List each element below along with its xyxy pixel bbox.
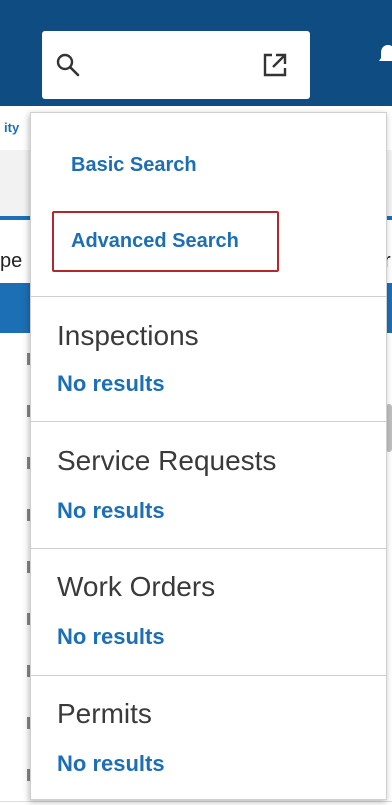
advanced-search-label: Advanced Search <box>71 230 239 252</box>
divider <box>31 421 386 422</box>
section-title-inspections: Inspections <box>57 320 199 351</box>
basic-search-link[interactable]: Basic Search <box>71 154 197 177</box>
section-result-inspections[interactable]: No results <box>57 371 165 397</box>
section-title-service-requests: Service Requests <box>57 445 277 476</box>
divider <box>31 296 386 297</box>
section-result-work-orders[interactable]: No results <box>57 624 165 650</box>
app-header <box>0 0 392 106</box>
advanced-search-link[interactable]: Advanced Search <box>52 211 279 272</box>
section-title-work-orders: Work Orders <box>57 571 216 602</box>
section-result-permits[interactable]: No results <box>57 751 165 777</box>
search-box[interactable] <box>42 31 310 99</box>
partial-tab-label: ity <box>4 120 20 135</box>
bell-icon[interactable] <box>378 43 392 72</box>
external-link-icon[interactable] <box>262 52 288 83</box>
search-dropdown: Basic Search Advanced Search Inspections… <box>30 112 387 800</box>
section-title-permits: Permits <box>57 698 152 729</box>
search-icon[interactable] <box>55 52 81 83</box>
divider <box>31 675 386 676</box>
partial-heading: pe <box>0 250 23 272</box>
section-result-service-requests[interactable]: No results <box>57 498 165 524</box>
divider <box>31 548 386 549</box>
